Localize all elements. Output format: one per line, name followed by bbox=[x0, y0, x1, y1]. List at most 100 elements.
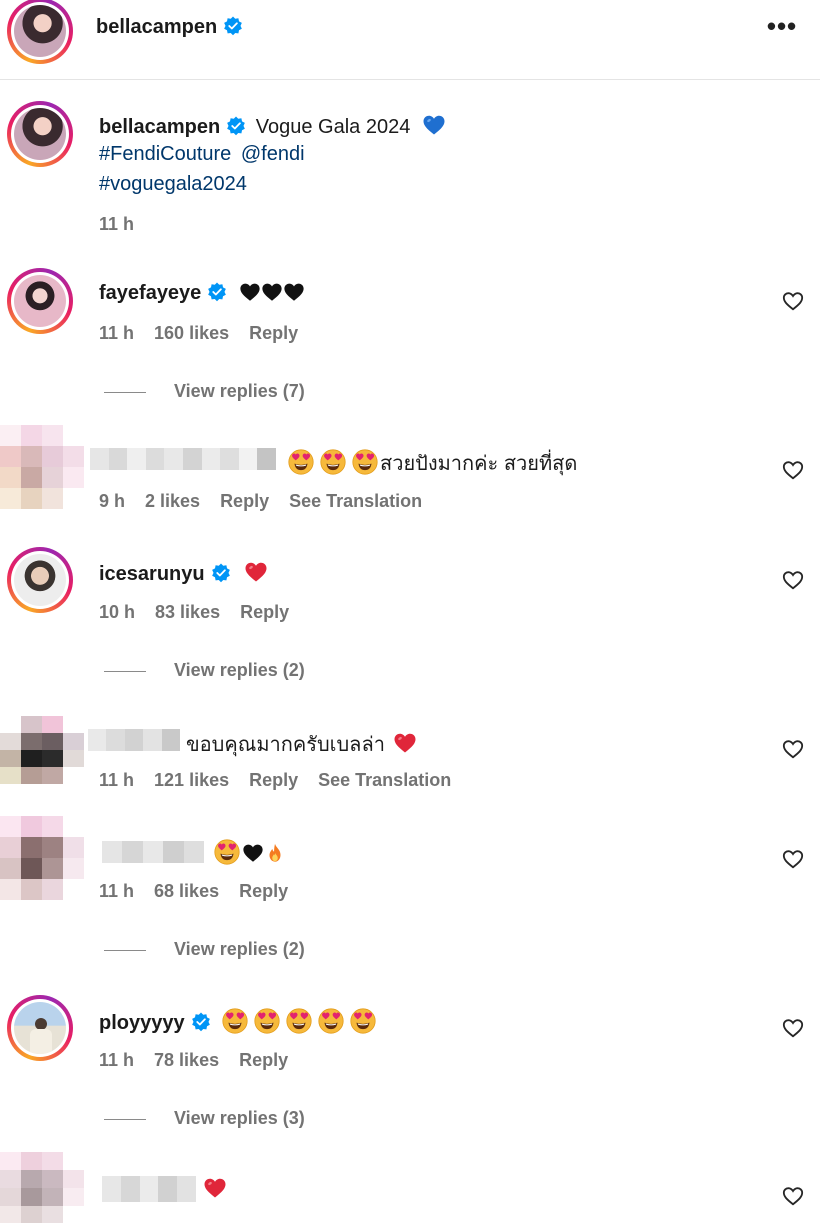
comment-body: ขอบคุณมากครับเบลล่า bbox=[186, 734, 385, 756]
reply-button[interactable]: Reply bbox=[220, 491, 269, 511]
red-heart-icon bbox=[244, 560, 268, 584]
comment-meta: 11 h 160 likes Reply bbox=[99, 323, 318, 344]
black-heart-icon bbox=[261, 281, 283, 303]
black-heart-icon bbox=[242, 842, 264, 864]
more-horizontal-icon[interactable]: ••• bbox=[762, 13, 802, 44]
commenter-username[interactable]: fayefayeye bbox=[99, 282, 201, 304]
view-replies-button[interactable]: View replies (2) bbox=[104, 939, 305, 960]
blurred-avatar[interactable] bbox=[0, 716, 84, 784]
reply-button[interactable]: Reply bbox=[249, 770, 298, 790]
comment-time: 10 h bbox=[99, 602, 136, 622]
red-heart-icon bbox=[393, 731, 417, 755]
caption-line-1: bellacampen Vogue Gala 2024 bbox=[99, 113, 446, 139]
heart-eyes-emoji bbox=[318, 1008, 344, 1034]
commenter-avatar-ployyyyy[interactable] bbox=[7, 995, 73, 1061]
blurred-avatar[interactable] bbox=[0, 1152, 84, 1223]
commenter-avatar-icesarunyu[interactable] bbox=[7, 547, 73, 613]
verified-badge-icon bbox=[211, 563, 231, 583]
comment-meta: 11 h 68 likes Reply bbox=[99, 881, 308, 902]
caption-avatar[interactable] bbox=[7, 101, 73, 167]
divider-line bbox=[104, 391, 146, 393]
view-replies-label[interactable]: View replies (3) bbox=[174, 1108, 305, 1128]
comment-line-fayefayeye: fayefayeye bbox=[99, 281, 305, 305]
red-heart-icon bbox=[203, 1176, 227, 1200]
comment-likes[interactable]: 121 likes bbox=[154, 770, 229, 790]
see-translation-button[interactable]: See Translation bbox=[318, 770, 451, 790]
hashtag-voguegala2024[interactable]: #voguegala2024 bbox=[99, 173, 247, 195]
fire-icon bbox=[264, 842, 286, 864]
caption-line-3: #voguegala2024 bbox=[99, 173, 247, 196]
comment-text-emojis bbox=[214, 839, 290, 866]
commenter-username[interactable]: ployyyyy bbox=[99, 1012, 185, 1034]
heart-eyes-emoji bbox=[222, 1008, 248, 1034]
blurred-username bbox=[102, 1176, 196, 1202]
like-heart-icon[interactable] bbox=[782, 738, 804, 760]
comment-likes[interactable]: 68 likes bbox=[154, 881, 219, 901]
view-replies-button[interactable]: View replies (2) bbox=[104, 660, 305, 681]
view-replies-button[interactable]: View replies (3) bbox=[104, 1108, 305, 1129]
reply-button[interactable]: Reply bbox=[239, 1050, 288, 1070]
divider-line bbox=[104, 949, 146, 951]
heart-eyes-emoji bbox=[352, 449, 378, 475]
heart-eyes-emoji bbox=[254, 1008, 280, 1034]
view-replies-label[interactable]: View replies (2) bbox=[174, 939, 305, 959]
heart-eyes-emoji bbox=[350, 1008, 376, 1034]
comment-text-thai-2: ขอบคุณมากครับเบลล่า bbox=[186, 728, 421, 760]
comment-time: 11 h bbox=[99, 881, 135, 901]
like-heart-icon[interactable] bbox=[782, 1017, 804, 1039]
hashtag-fendicouture[interactable]: #FendiCouture bbox=[99, 143, 231, 165]
reply-button[interactable]: Reply bbox=[239, 881, 288, 901]
blurred-avatar[interactable] bbox=[0, 816, 84, 900]
comment-time: 11 h bbox=[99, 770, 135, 790]
view-replies-button[interactable]: View replies (7) bbox=[104, 381, 305, 402]
black-heart-icon bbox=[239, 281, 261, 303]
like-heart-icon[interactable] bbox=[782, 569, 804, 591]
reply-button[interactable]: Reply bbox=[240, 602, 289, 622]
verified-badge-icon bbox=[207, 282, 227, 302]
heart-eyes-emoji bbox=[288, 449, 314, 475]
blue-heart-icon bbox=[422, 113, 446, 137]
post-header: bellacampen ••• bbox=[0, 0, 820, 80]
comment-meta: 10 h 83 likes Reply bbox=[99, 602, 309, 623]
view-replies-label[interactable]: View replies (7) bbox=[174, 381, 305, 401]
comment-likes[interactable]: 2 likes bbox=[145, 491, 200, 511]
blurred-avatar[interactable] bbox=[0, 425, 84, 509]
commenter-username[interactable]: icesarunyu bbox=[99, 563, 205, 585]
header-username[interactable]: bellacampen bbox=[96, 16, 243, 39]
comment-meta: 9 h 2 likes Reply See Translation bbox=[99, 491, 442, 512]
header-username-text[interactable]: bellacampen bbox=[96, 16, 217, 38]
blurred-username bbox=[88, 729, 180, 751]
caption-username[interactable]: bellacampen bbox=[99, 116, 220, 138]
comment-likes[interactable]: 78 likes bbox=[154, 1050, 219, 1070]
comment-time: 9 h bbox=[99, 491, 126, 511]
comment-likes[interactable]: 83 likes bbox=[155, 602, 220, 622]
blurred-username bbox=[102, 841, 204, 863]
heart-eyes-emoji bbox=[320, 449, 346, 475]
comment-likes[interactable]: 160 likes bbox=[154, 323, 229, 343]
like-heart-icon[interactable] bbox=[782, 1185, 804, 1207]
heart-eyes-emojis bbox=[222, 1012, 382, 1034]
comment-line-ployyyyy: ployyyyy bbox=[99, 1008, 382, 1035]
caption-timestamp: 11 h bbox=[99, 214, 135, 234]
see-translation-button[interactable]: See Translation bbox=[289, 491, 422, 511]
author-avatar[interactable] bbox=[7, 0, 73, 64]
mention-fendi[interactable]: @fendi bbox=[241, 143, 305, 165]
caption-time: 11 h bbox=[99, 214, 154, 235]
comment-time: 11 h bbox=[99, 1050, 135, 1070]
verified-badge-icon bbox=[226, 116, 246, 136]
black-heart-icon bbox=[283, 281, 305, 303]
divider-line bbox=[104, 1118, 146, 1120]
blurred-username bbox=[90, 448, 276, 470]
reply-button[interactable]: Reply bbox=[249, 323, 298, 343]
view-replies-label[interactable]: View replies (2) bbox=[174, 660, 305, 680]
commenter-avatar-fayefayeye[interactable] bbox=[7, 268, 73, 334]
verified-badge-icon bbox=[191, 1012, 211, 1032]
caption-line-2: #FendiCouture @fendi bbox=[99, 143, 305, 166]
comment-meta: 11 h 78 likes Reply bbox=[99, 1050, 308, 1071]
heart-eyes-emoji bbox=[214, 839, 240, 865]
verified-badge-icon bbox=[223, 16, 243, 36]
like-heart-icon[interactable] bbox=[782, 459, 804, 481]
like-heart-icon[interactable] bbox=[782, 848, 804, 870]
like-heart-icon[interactable] bbox=[782, 290, 804, 312]
caption-title: Vogue Gala 2024 bbox=[255, 116, 411, 138]
